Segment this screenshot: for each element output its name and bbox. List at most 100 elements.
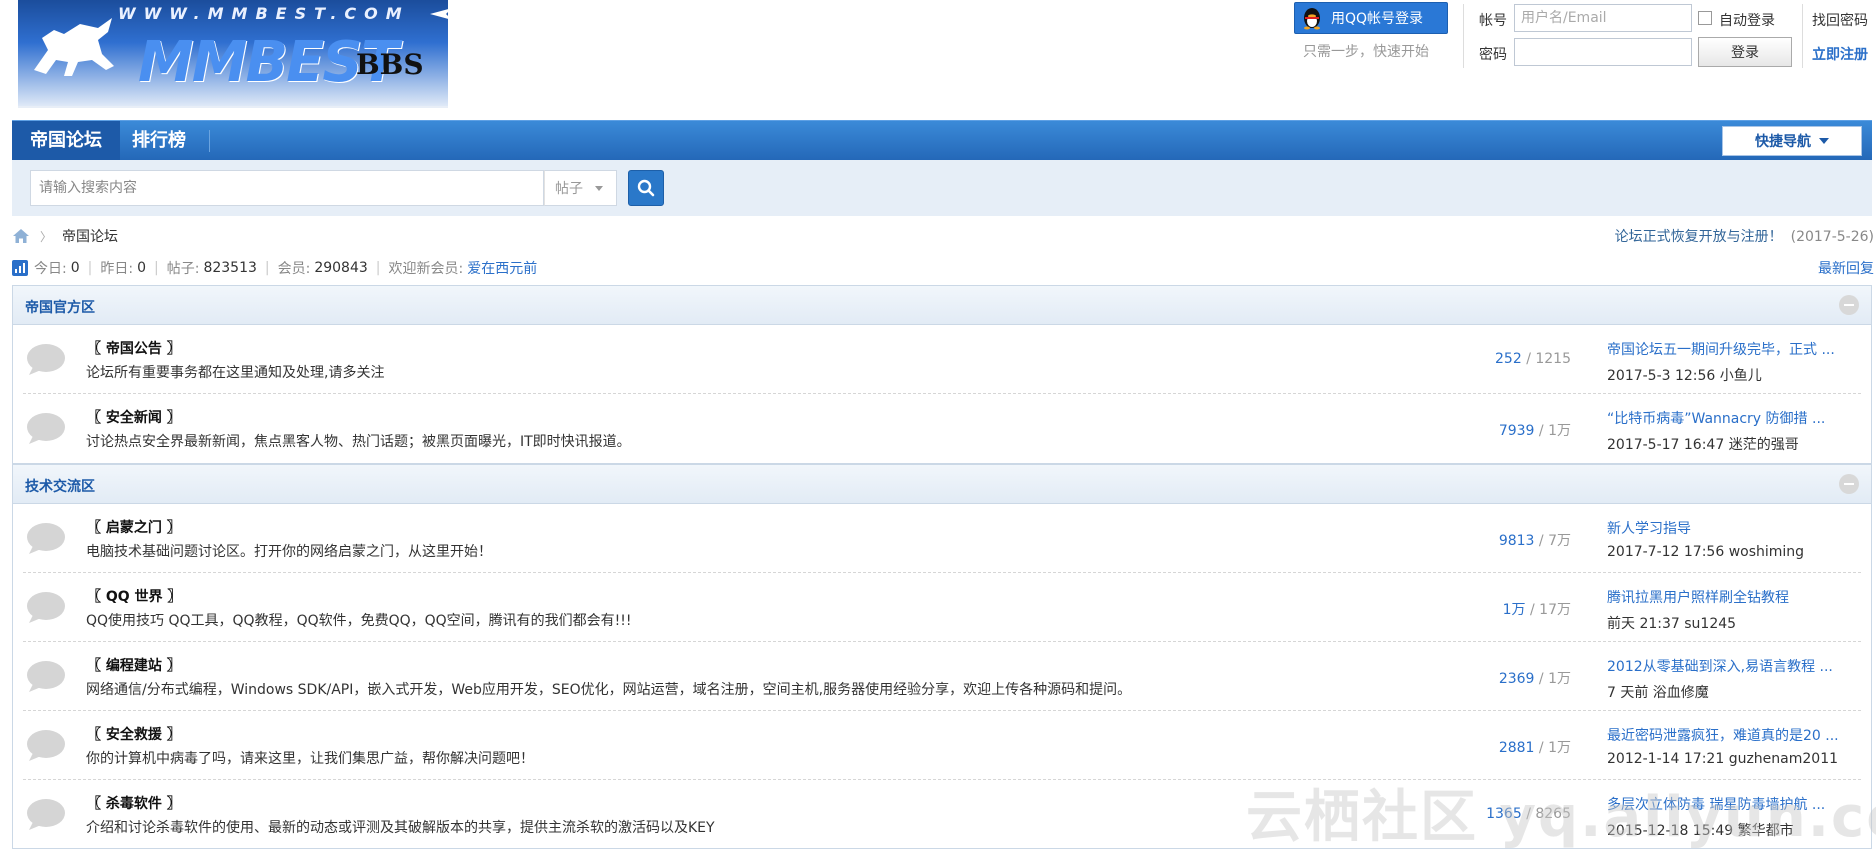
announcement-date: (2017-5-26) <box>1790 229 1874 245</box>
forum-counts: 2881 / 1万 <box>1498 740 1571 756</box>
qq-login-label: 用QQ帐号登录 <box>1331 11 1424 27</box>
forum-name[interactable]: 〖 编程建站 〗 <box>87 655 181 675</box>
forum-stats: 今日: 0 | 昨日: 0 | 帖子: 823513 | 会员: 290843 | 欢迎… <box>12 258 537 278</box>
nav-item-forum[interactable]: 帝国论坛 <box>12 121 120 161</box>
qq-login-button[interactable]: 用QQ帐号登录 <box>1294 2 1448 34</box>
search-bar: 帖子 <box>12 160 1872 216</box>
forum-name[interactable]: 〖 启蒙之门 〗 <box>87 517 181 537</box>
forum-counts: 252 / 1215 <box>1495 351 1571 367</box>
last-post-meta: 2017-7-12 17:56 woshiming <box>1607 544 1805 560</box>
last-post-title[interactable]: 新人学习指导 <box>1607 518 1857 538</box>
forum-name[interactable]: 〖 安全新闻 〗 <box>87 407 181 427</box>
qq-login-note: 只需一步，快速开始 <box>1303 44 1429 60</box>
forum-name[interactable]: 〖 QQ 世界 〗 <box>87 586 181 606</box>
last-post-title[interactable]: “比特币病毒”Wannacry 防御措 ... <box>1607 408 1857 428</box>
forum-description: 介绍和讨论杀毒软件的使用、最新的动态或评测及其破解版本的共享，提供主流杀软的激活… <box>86 820 715 836</box>
auto-login-label: 自动登录 <box>1719 13 1775 29</box>
breadcrumb-separator: 〉 <box>40 229 53 244</box>
login-button[interactable]: 登录 <box>1698 37 1792 67</box>
forum-name[interactable]: 〖 安全救援 〗 <box>87 724 181 744</box>
search-type-label: 帖子 <box>555 181 583 197</box>
register-link[interactable]: 立即注册 <box>1812 44 1868 64</box>
collapse-icon[interactable] <box>1839 295 1859 315</box>
announcement: 论坛正式恢复开放与注册！ (2017-5-26) <box>1615 226 1874 246</box>
forum-counts: 1365 / 8265 <box>1486 806 1571 822</box>
post-count: 17万 <box>1539 602 1571 618</box>
announcement-link[interactable]: 论坛正式恢复开放与注册！ <box>1615 229 1783 245</box>
last-post-title[interactable]: 最近密码泄露疯狂，难道真的是20 ... <box>1607 725 1857 745</box>
forum-bubble-icon <box>27 523 65 554</box>
latest-reply-link[interactable]: 最新回复 <box>1818 258 1874 278</box>
last-post-title[interactable]: 腾讯拉黑用户照样刷全钻教程 <box>1607 587 1857 607</box>
search-button[interactable] <box>628 170 664 206</box>
posts-count: 823513 <box>203 260 257 276</box>
find-password-link[interactable]: 找回密码 <box>1812 10 1868 30</box>
thread-count: 1万 <box>1502 602 1526 618</box>
forum-name[interactable]: 〖 杀毒软件 〗 <box>87 793 181 813</box>
forum-description: 论坛所有重要事务都在这里通知及处理,请多关注 <box>86 365 385 381</box>
header: WWW.MMBEST.COM MMBEST BBS 用QQ帐号登录 只需一步，快… <box>0 0 1876 118</box>
last-post-meta: 7 天前 浴血修魔 <box>1607 685 1709 701</box>
last-post: “比特币病毒”Wannacry 防御措 ... 2017-5-17 16:47 … <box>1607 408 1857 454</box>
last-post: 腾讯拉黑用户照样刷全钻教程 前天 21:37 su1245 <box>1607 587 1857 633</box>
auto-login-checkbox[interactable] <box>1698 11 1712 25</box>
horse-logo-icon <box>34 18 114 76</box>
posts-label: 帖子: <box>166 261 200 277</box>
last-post-meta: 2017-5-3 12:56 小鱼儿 <box>1607 368 1762 384</box>
site-logo[interactable]: WWW.MMBEST.COM MMBEST BBS <box>18 0 448 108</box>
section-title[interactable]: 技术交流区 <box>25 476 95 496</box>
search-type-select[interactable]: 帖子 <box>544 170 617 206</box>
last-post-meta: 2017-5-17 16:47 迷茫的强哥 <box>1607 437 1799 453</box>
last-post: 新人学习指导 2017-7-12 17:56 woshiming <box>1607 518 1857 560</box>
last-post: 最近密码泄露疯狂，难道真的是20 ... 2012-1-14 17:21 guz… <box>1607 725 1857 767</box>
forum-row: 〖 帝国公告 〗 论坛所有重要事务都在这里通知及处理,请多关注 252 / 12… <box>23 325 1861 394</box>
home-icon[interactable] <box>12 228 30 244</box>
forum-bubble-icon <box>27 799 65 830</box>
new-member-link[interactable]: 爱在西元前 <box>467 258 537 278</box>
post-count: 1万 <box>1548 671 1571 687</box>
forum-row: 〖 编程建站 〗 网络通信/分布式编程，Windows SDK/API，嵌入式开… <box>23 642 1861 711</box>
forum-bubble-icon <box>27 592 65 623</box>
forum-row: 〖 安全新闻 〗 讨论热点安全界最新新闻，焦点黑客人物、热门话题；被黑页面曝光，… <box>23 394 1861 463</box>
members-count: 290843 <box>314 260 368 276</box>
last-post-title[interactable]: 多层次立体防毒 瑞星防毒墙护航 ... <box>1607 794 1857 814</box>
breadcrumb: 〉 帝国论坛 <box>12 226 118 246</box>
forum-row: 〖 安全救援 〗 你的计算机中病毒了吗，请来这里，让我们集思广益，帮你解决问题吧… <box>23 711 1861 780</box>
last-post: 多层次立体防毒 瑞星防毒墙护航 ... 2015-12-18 15:49 繁华都… <box>1607 794 1857 840</box>
search-icon <box>637 179 655 197</box>
search-input[interactable] <box>30 170 544 206</box>
forum-bubble-icon <box>27 413 65 444</box>
forum-description: 你的计算机中病毒了吗，请来这里，让我们集思广益，帮你解决问题吧！ <box>86 751 534 767</box>
welcome-label: 欢迎新会员: <box>388 261 464 277</box>
forum-name[interactable]: 〖 帝国公告 〗 <box>87 338 181 358</box>
logo-url-text: WWW.MMBEST.COM <box>118 4 410 23</box>
post-count: 1万 <box>1548 423 1571 439</box>
thread-count: 7939 <box>1498 423 1535 439</box>
password-input[interactable] <box>1514 38 1692 66</box>
post-count: 8265 <box>1535 806 1571 822</box>
thread-count: 1365 <box>1486 806 1522 822</box>
account-input[interactable] <box>1514 4 1692 32</box>
quick-nav-button[interactable]: 快捷导航 <box>1722 126 1862 156</box>
section-title[interactable]: 帝国官方区 <box>25 297 95 317</box>
forum-row: 〖 启蒙之门 〗 电脑技术基础问题讨论区。打开你的网络启蒙之门，从这里开始！ 9… <box>23 504 1861 573</box>
thread-count: 9813 <box>1498 533 1535 549</box>
thread-count: 252 <box>1495 351 1522 367</box>
forum-description: 电脑技术基础问题讨论区。打开你的网络启蒙之门，从这里开始！ <box>86 544 492 560</box>
breadcrumb-current[interactable]: 帝国论坛 <box>62 226 118 246</box>
thread-count: 2369 <box>1498 671 1535 687</box>
last-post-title[interactable]: 2012从零基础到深入,易语言教程 ... <box>1607 656 1857 676</box>
section-header: 帝国官方区 <box>13 285 1871 325</box>
chevron-down-icon <box>1819 138 1829 144</box>
collapse-icon[interactable] <box>1839 474 1859 494</box>
forum-row: 〖 QQ 世界 〗 QQ使用技巧 QQ工具，QQ教程，QQ软件，免费QQ，QQ空… <box>23 573 1861 642</box>
last-post: 2012从零基础到深入,易语言教程 ... 7 天前 浴血修魔 <box>1607 656 1857 702</box>
forum-section: 技术交流区 〖 启蒙之门 〗 电脑技术基础问题讨论区。打开你的网络启蒙之门，从这… <box>12 464 1872 849</box>
divider <box>1463 4 1464 68</box>
post-count: 1215 <box>1535 351 1571 367</box>
nav-item-ranking[interactable]: 排行榜 <box>114 121 204 161</box>
thread-count: 2881 <box>1498 740 1535 756</box>
forum-description: 网络通信/分布式编程，Windows SDK/API，嵌入式开发，Web应用开发… <box>86 682 1132 698</box>
last-post-meta: 前天 21:37 su1245 <box>1607 616 1737 632</box>
last-post-title[interactable]: 帝国论坛五一期间升级完毕，正式 ... <box>1607 339 1857 359</box>
